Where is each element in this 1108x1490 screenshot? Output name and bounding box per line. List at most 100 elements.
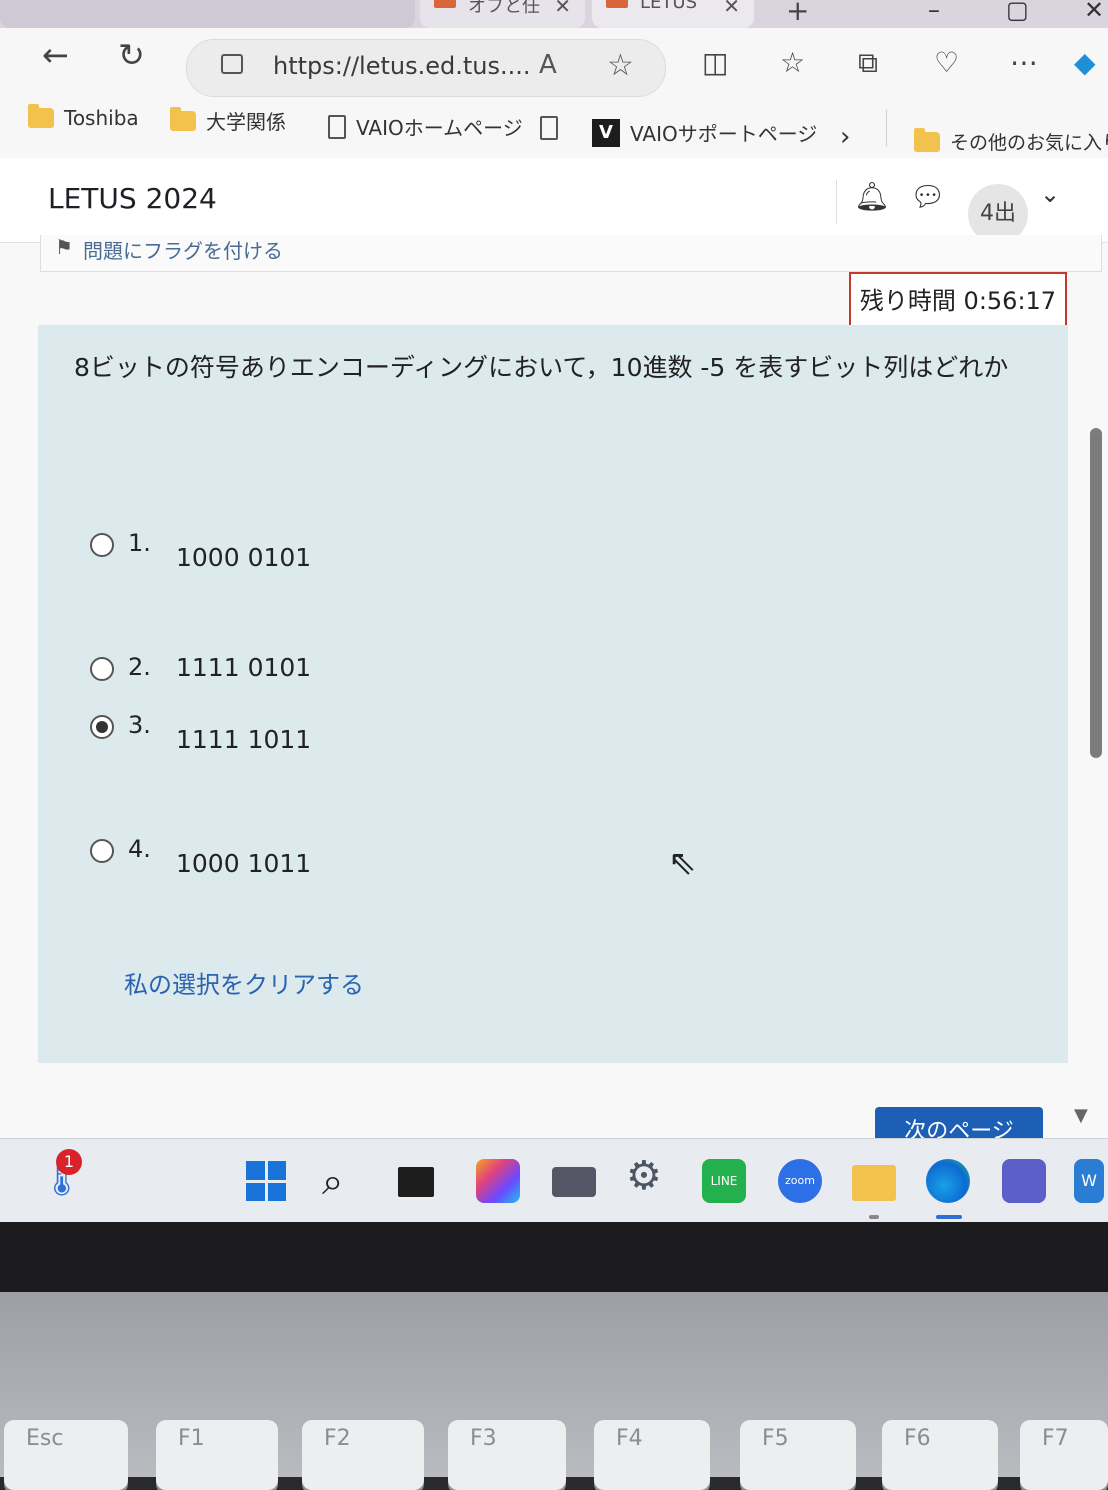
option-number: 1. [128,529,151,557]
edge-icon[interactable] [926,1159,970,1203]
key-f2[interactable]: F2 [302,1420,424,1490]
browser-essentials-icon[interactable]: ♡ [934,46,959,79]
tab-2[interactable]: オフと任 ✕ [420,0,585,28]
favorite-star-icon[interactable]: ☆ [607,48,634,83]
bookmarks-divider [886,110,887,146]
page-icon [540,116,558,140]
laptop-bezel [0,1222,1108,1292]
header-divider [836,180,837,224]
flag-icon: ⚑ [55,235,73,259]
favorites-icon[interactable]: ☆ [780,46,805,79]
tab-favicon [606,0,628,8]
url-text[interactable]: https://letus.ed.tus.... [273,52,530,80]
lock-icon[interactable] [221,54,243,74]
maximize-icon[interactable]: ▢ [1006,0,1029,24]
tab-strip: オフと任 ✕ LETUS ✕ + – ▢ ✕ [0,0,1108,28]
option-value[interactable]: 1000 0101 [176,543,311,572]
question-text: 8ビットの符号ありエンコーディングにおいて，10進数 -5 を表すビット列はどれ… [74,353,1009,382]
notification-bell-icon[interactable]: 🔔︎ [854,180,890,213]
option-value[interactable]: 1111 0101 [176,653,311,682]
start-icon[interactable] [246,1161,286,1201]
active-indicator [936,1215,962,1219]
bookmark-label: VAIOサポートページ [630,122,818,146]
folder-icon [170,106,196,131]
messages-icon[interactable]: 💬︎ [910,180,946,213]
collections-icon[interactable]: ⧉ [858,46,878,80]
tab-1[interactable] [0,0,415,28]
key-esc[interactable]: Esc [4,1420,128,1490]
vaio-icon: V [592,118,620,147]
read-aloud-icon[interactable]: A [539,50,557,80]
radio-button[interactable] [90,533,114,557]
radio-button-selected[interactable] [90,715,114,739]
option-number: 3. [128,711,151,739]
option-number: 4. [128,835,151,863]
key-f3[interactable]: F3 [448,1420,566,1490]
bookmark-label: Toshiba [64,106,139,130]
more-options-icon[interactable]: ⋯ [1010,46,1038,79]
word-icon[interactable]: W [1074,1159,1104,1203]
minimize-icon[interactable]: – [928,0,940,24]
tab-letus[interactable]: LETUS ✕ [592,0,754,28]
teams-icon[interactable] [1002,1159,1046,1203]
quiz-content: ⚑ 問題にフラグを付ける 残り時間 0:56:17 8ビットの符号ありエンコーデ… [0,235,1108,1143]
bookmark-toshiba[interactable]: Toshiba [28,104,139,130]
settings-icon[interactable]: ⚙ [626,1153,670,1199]
task-view-icon[interactable] [398,1167,434,1197]
page-icon [328,114,346,139]
running-indicator [869,1215,879,1219]
file-explorer-icon[interactable] [852,1165,896,1201]
laptop-settings-icon[interactable] [552,1167,596,1197]
site-title[interactable]: LETUS 2024 [48,182,217,215]
flag-question-label[interactable]: 問題にフラグを付ける [83,235,283,264]
radio-button[interactable] [90,839,114,863]
key-f6[interactable]: F6 [882,1420,998,1490]
tab-label: LETUS [640,0,697,13]
copilot-icon[interactable] [476,1159,520,1203]
taskbar: 🌡︎ 1 ⌕ ⚙ LINE zoom W [0,1138,1108,1222]
back-icon[interactable]: ← [42,36,69,74]
bookmarks-more-chevron-icon[interactable]: › [840,122,850,152]
close-window-icon[interactable]: ✕ [1084,0,1104,24]
flag-question-bar[interactable]: ⚑ 問題にフラグを付ける [40,235,1102,272]
scroll-down-arrow-icon[interactable]: ▼ [1074,1105,1088,1126]
copilot-sidebar-icon[interactable]: ◆ [1074,46,1096,79]
address-bar[interactable]: https://letus.ed.tus.... A ☆ [186,39,666,97]
radio-button[interactable] [90,657,114,681]
question-panel: 8ビットの符号ありエンコーディングにおいて，10進数 -5 を表すビット列はどれ… [38,325,1068,1063]
tab-favicon [434,0,456,8]
scrollbar-thumb[interactable] [1090,428,1102,758]
bookmark-other-favorites[interactable]: その他のお気に入り [914,127,1108,155]
line-icon[interactable]: LINE [702,1159,746,1203]
key-f5[interactable]: F5 [740,1420,856,1490]
user-menu-chevron-down-icon[interactable]: ⌄ [1040,180,1060,208]
new-tab-button[interactable]: + [786,0,809,27]
bookmark-label: 大学関係 [206,110,286,134]
zoom-icon[interactable]: zoom [778,1159,822,1203]
notification-badge: 1 [56,1149,82,1175]
bookmark-university[interactable]: 大学関係 [170,106,286,135]
folder-icon [914,127,940,152]
laptop-keyboard: Esc F1 F2 F3 F4 F5 F6 F7 [0,1292,1108,1490]
key-f1[interactable]: F1 [156,1420,278,1490]
bookmark-vaio-home[interactable]: VAIOホームページ [328,112,523,141]
tab-close-icon[interactable]: ✕ [554,0,571,18]
split-screen-icon[interactable]: ◫ [702,46,728,79]
clear-selection-link[interactable]: 私の選択をクリアする [124,965,364,1000]
tab-label: オフと任 [468,0,540,17]
key-f4[interactable]: F4 [594,1420,710,1490]
search-icon[interactable]: ⌕ [322,1159,366,1203]
option-value[interactable]: 1000 1011 [176,849,311,878]
mouse-pointer-icon: ⇖ [668,843,697,883]
bookmark-vaio-support[interactable]: V VAIOサポートページ [592,118,817,147]
bookmark-page[interactable] [540,116,558,140]
tab-close-icon[interactable]: ✕ [723,0,740,18]
key-f7[interactable]: F7 [1020,1420,1108,1490]
option-value[interactable]: 1111 1011 [176,725,311,754]
browser-toolbar: ← ↻ https://letus.ed.tus.... A ☆ ◫ ☆ ⧉ ♡… [0,28,1108,100]
bookmark-label: VAIOホームページ [356,116,523,140]
refresh-icon[interactable]: ↻ [118,36,145,74]
bookmarks-bar: Toshiba 大学関係 VAIOホームページ V VAIOサポートページ › … [0,100,1108,159]
site-header: LETUS 2024 🔔︎ 💬︎ 4出 ⌄ [0,158,1108,244]
folder-icon [28,104,54,128]
